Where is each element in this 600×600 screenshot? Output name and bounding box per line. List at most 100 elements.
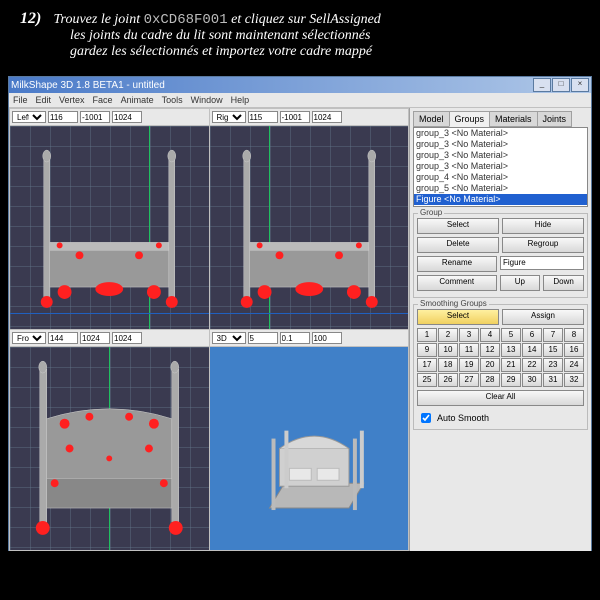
- sg-btn-29[interactable]: 29: [501, 373, 521, 387]
- list-item[interactable]: group_3 <No Material>: [414, 128, 587, 139]
- sg-btn-19[interactable]: 19: [459, 358, 479, 372]
- delete-button[interactable]: Delete: [417, 237, 499, 253]
- sg-btn-13[interactable]: 13: [501, 343, 521, 357]
- sg-btn-26[interactable]: 26: [438, 373, 458, 387]
- viewport-controls-bot-right: 3D: [210, 330, 409, 346]
- sg-btn-10[interactable]: 10: [438, 343, 458, 357]
- vp-field-b[interactable]: [280, 332, 310, 344]
- sg-btn-4[interactable]: 4: [480, 328, 500, 342]
- list-item-selected[interactable]: Figure <No Material>: [414, 194, 587, 205]
- down-button[interactable]: Down: [543, 275, 584, 291]
- hide-button[interactable]: Hide: [502, 218, 584, 234]
- list-item[interactable]: group_3 <No Material>: [414, 150, 587, 161]
- auto-smooth-label: Auto Smooth: [437, 413, 489, 423]
- vp-field-c[interactable]: [112, 111, 142, 123]
- sg-select-button[interactable]: Select: [417, 309, 499, 325]
- sg-clear-button[interactable]: Clear All: [417, 390, 584, 406]
- sg-btn-6[interactable]: 6: [522, 328, 542, 342]
- menu-animate[interactable]: Animate: [121, 95, 154, 105]
- menu-window[interactable]: Window: [191, 95, 223, 105]
- instruction-line-2: les joints du cadre du lit sont maintena…: [70, 28, 580, 44]
- viewport-mode-select[interactable]: 3D: [212, 332, 246, 344]
- sg-btn-18[interactable]: 18: [438, 358, 458, 372]
- sg-btn-27[interactable]: 27: [459, 373, 479, 387]
- comment-button[interactable]: Comment: [417, 275, 497, 291]
- vp-field-b[interactable]: [80, 332, 110, 344]
- viewport-left[interactable]: [10, 126, 209, 329]
- vp-field-b[interactable]: [280, 111, 310, 123]
- rename-input[interactable]: Figure: [500, 256, 584, 270]
- smoothing-groups-section: Smoothing Groups Select Assign 123456789…: [413, 304, 588, 430]
- sg-btn-14[interactable]: 14: [522, 343, 542, 357]
- sg-btn-9[interactable]: 9: [417, 343, 437, 357]
- group-legend: Group: [418, 208, 444, 217]
- tab-joints[interactable]: Joints: [537, 111, 573, 127]
- rename-button[interactable]: Rename: [417, 256, 497, 272]
- viewport-mode-select[interactable]: Right: [212, 111, 246, 123]
- vp-field-a[interactable]: [248, 111, 278, 123]
- titlebar[interactable]: MilkShape 3D 1.8 BETA1 - untitled _ □ ×: [9, 77, 591, 93]
- menu-face[interactable]: Face: [93, 95, 113, 105]
- sg-btn-12[interactable]: 12: [480, 343, 500, 357]
- step-number: 12): [20, 10, 50, 28]
- sg-btn-16[interactable]: 16: [564, 343, 584, 357]
- sg-btn-23[interactable]: 23: [543, 358, 563, 372]
- viewport-mode-select[interactable]: Left: [12, 111, 46, 123]
- tab-model[interactable]: Model: [413, 111, 450, 127]
- sg-btn-3[interactable]: 3: [459, 328, 479, 342]
- sg-legend: Smoothing Groups: [418, 299, 489, 308]
- vp-field-b[interactable]: [80, 111, 110, 123]
- tab-groups[interactable]: Groups: [449, 111, 491, 127]
- sg-btn-5[interactable]: 5: [501, 328, 521, 342]
- list-item[interactable]: group_3 <No Material>: [414, 139, 587, 150]
- sg-btn-1[interactable]: 1: [417, 328, 437, 342]
- sg-btn-24[interactable]: 24: [564, 358, 584, 372]
- sg-btn-20[interactable]: 20: [480, 358, 500, 372]
- sg-btn-32[interactable]: 32: [564, 373, 584, 387]
- panel-tabs: Model Groups Materials Joints: [413, 111, 588, 127]
- menu-edit[interactable]: Edit: [36, 95, 52, 105]
- vp-field-a[interactable]: [48, 111, 78, 123]
- tab-materials[interactable]: Materials: [489, 111, 538, 127]
- list-item[interactable]: group_3 <No Material>: [414, 161, 587, 172]
- auto-smooth-checkbox[interactable]: [421, 413, 431, 423]
- sg-assign-button[interactable]: Assign: [502, 309, 584, 325]
- list-item[interactable]: group_4 <No Material>: [414, 172, 587, 183]
- menu-file[interactable]: File: [13, 95, 28, 105]
- joint-code: 0xCD68F001: [144, 12, 228, 28]
- sg-btn-15[interactable]: 15: [543, 343, 563, 357]
- menu-tools[interactable]: Tools: [162, 95, 183, 105]
- viewport-controls-top-left: Left: [10, 109, 209, 125]
- menu-help[interactable]: Help: [231, 95, 250, 105]
- sg-btn-21[interactable]: 21: [501, 358, 521, 372]
- regroup-button[interactable]: Regroup: [502, 237, 584, 253]
- group-section: Group Select Hide Delete Regroup Rename …: [413, 213, 588, 298]
- viewport-mode-select[interactable]: Front: [12, 332, 46, 344]
- sg-btn-28[interactable]: 28: [480, 373, 500, 387]
- close-button[interactable]: ×: [571, 78, 589, 92]
- groups-listbox[interactable]: group_3 <No Material> group_3 <No Materi…: [413, 127, 588, 207]
- sg-btn-30[interactable]: 30: [522, 373, 542, 387]
- viewport-3d[interactable]: [210, 347, 409, 550]
- sg-btn-2[interactable]: 2: [438, 328, 458, 342]
- sg-btn-22[interactable]: 22: [522, 358, 542, 372]
- viewport-right[interactable]: [210, 126, 409, 329]
- viewport-front[interactable]: [10, 347, 209, 550]
- sg-btn-11[interactable]: 11: [459, 343, 479, 357]
- maximize-button[interactable]: □: [552, 78, 570, 92]
- up-button[interactable]: Up: [500, 275, 541, 291]
- menu-vertex[interactable]: Vertex: [59, 95, 85, 105]
- sg-btn-17[interactable]: 17: [417, 358, 437, 372]
- sg-btn-25[interactable]: 25: [417, 373, 437, 387]
- vp-field-c[interactable]: [312, 111, 342, 123]
- vp-field-c[interactable]: [112, 332, 142, 344]
- select-button[interactable]: Select: [417, 218, 499, 234]
- minimize-button[interactable]: _: [533, 78, 551, 92]
- sg-btn-8[interactable]: 8: [564, 328, 584, 342]
- vp-field-c[interactable]: [312, 332, 342, 344]
- vp-field-a[interactable]: [248, 332, 278, 344]
- list-item[interactable]: group_5 <No Material>: [414, 183, 587, 194]
- vp-field-a[interactable]: [48, 332, 78, 344]
- sg-btn-31[interactable]: 31: [543, 373, 563, 387]
- sg-btn-7[interactable]: 7: [543, 328, 563, 342]
